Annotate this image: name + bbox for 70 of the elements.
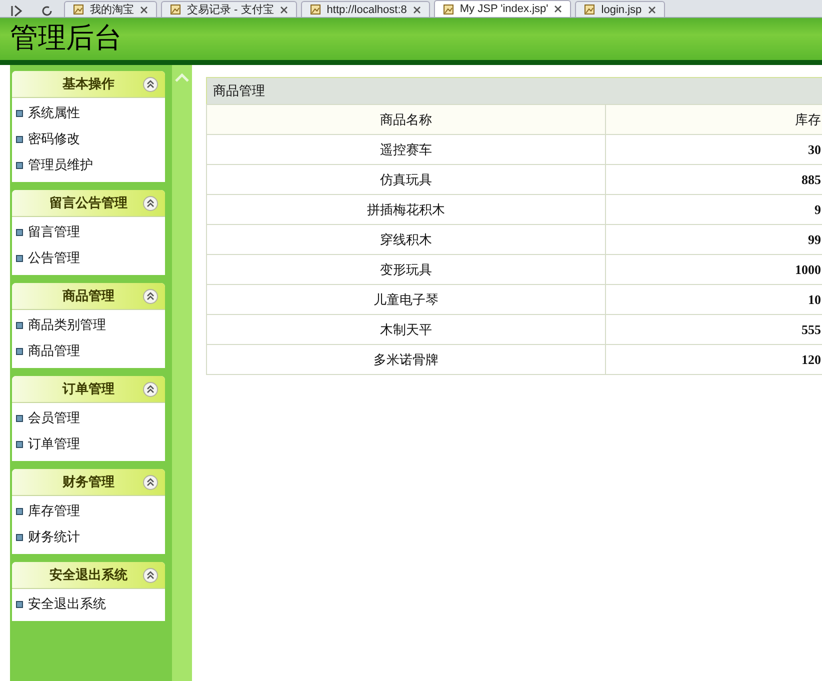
tab-label: 我的淘宝 xyxy=(90,2,134,17)
tab-label: My JSP 'index.jsp' xyxy=(460,3,548,15)
bullet-icon xyxy=(16,228,23,236)
browser-tab[interactable]: http://localhost:8 xyxy=(300,1,430,17)
section-title: 安全退出系统 xyxy=(50,566,128,584)
collapse-icon[interactable] xyxy=(143,475,158,490)
bullet-icon xyxy=(16,110,23,116)
tab-label: http://localhost:8 xyxy=(326,4,407,16)
close-icon[interactable] xyxy=(140,6,148,14)
collapse-icon[interactable] xyxy=(143,289,158,304)
bullet-icon xyxy=(16,322,23,328)
browser-tab[interactable]: login.jsp xyxy=(575,1,665,17)
bullet-icon xyxy=(16,348,23,354)
section-title: 基本操作 xyxy=(62,76,114,93)
tab-label: 交易记录 - 支付宝 xyxy=(187,2,274,17)
page-icon xyxy=(170,4,181,15)
browser-tab[interactable]: 交易记录 - 支付宝 xyxy=(161,1,297,17)
page-icon xyxy=(584,4,596,15)
table-cell: 穿线积木 xyxy=(206,224,606,254)
bullet-icon xyxy=(16,508,23,514)
page-icon xyxy=(73,4,84,15)
menu-item[interactable]: 系统属性 xyxy=(12,100,165,126)
table-cell: 变形玩具 xyxy=(206,254,606,284)
close-icon[interactable] xyxy=(280,6,288,14)
page-icon xyxy=(310,4,321,15)
menu-item[interactable]: 财务统计 xyxy=(12,524,165,550)
reload-icon[interactable] xyxy=(40,5,54,17)
menu-item[interactable]: 会员管理 xyxy=(12,405,165,431)
close-icon[interactable] xyxy=(648,6,656,14)
browser-tab[interactable]: 我的淘宝 xyxy=(64,1,157,17)
table-cell: 遥控赛车 xyxy=(206,134,606,164)
table-cell: 仿真玩具 xyxy=(206,164,606,194)
table-cell: 儿童电子琴 xyxy=(206,284,606,314)
section-title: 留言公告管理 xyxy=(50,194,128,212)
collapse-icon[interactable] xyxy=(143,196,158,211)
menu-item[interactable]: 库存管理 xyxy=(12,498,165,524)
table-cell: 拼插梅花积木 xyxy=(206,194,606,224)
forward-icon[interactable] xyxy=(10,5,24,17)
collapse-icon[interactable] xyxy=(143,77,158,92)
bullet-icon xyxy=(16,414,23,422)
bullet-icon xyxy=(16,254,23,262)
collapse-icon[interactable] xyxy=(143,568,158,583)
close-icon[interactable] xyxy=(554,5,562,13)
column-header: 库存 xyxy=(606,104,822,134)
section-title: 财务管理 xyxy=(62,474,114,491)
bullet-icon xyxy=(16,534,23,540)
panel-title: 商品管理 xyxy=(206,77,822,104)
bullet-icon xyxy=(16,440,23,448)
page-title: 管理后台 xyxy=(10,25,122,53)
menu-item[interactable]: 公告管理 xyxy=(12,245,165,271)
menu-item[interactable]: 密码修改 xyxy=(12,126,165,152)
menu-item[interactable]: 留言管理 xyxy=(12,219,165,245)
column-header: 商品名称 xyxy=(206,104,606,134)
menu-item[interactable]: 商品类别管理 xyxy=(12,312,165,338)
menu-item[interactable]: 管理员维护 xyxy=(12,152,165,178)
close-icon[interactable] xyxy=(412,6,421,14)
section-title: 商品管理 xyxy=(62,288,114,305)
collapse-icon[interactable] xyxy=(143,382,158,397)
page-icon xyxy=(442,4,454,14)
browser-tab[interactable]: My JSP 'index.jsp' xyxy=(434,0,572,17)
bullet-icon xyxy=(16,600,23,608)
bullet-icon xyxy=(16,162,23,168)
menu-item[interactable]: 订单管理 xyxy=(12,431,165,457)
section-title: 订单管理 xyxy=(62,381,114,398)
table-cell: 多米诺骨牌 xyxy=(206,344,606,374)
table-cell: 木制天平 xyxy=(206,314,606,344)
bullet-icon xyxy=(16,136,23,142)
tab-label: login.jsp xyxy=(601,4,642,16)
menu-item[interactable]: 商品管理 xyxy=(12,338,165,364)
menu-item[interactable]: 安全退出系统 xyxy=(12,591,165,617)
